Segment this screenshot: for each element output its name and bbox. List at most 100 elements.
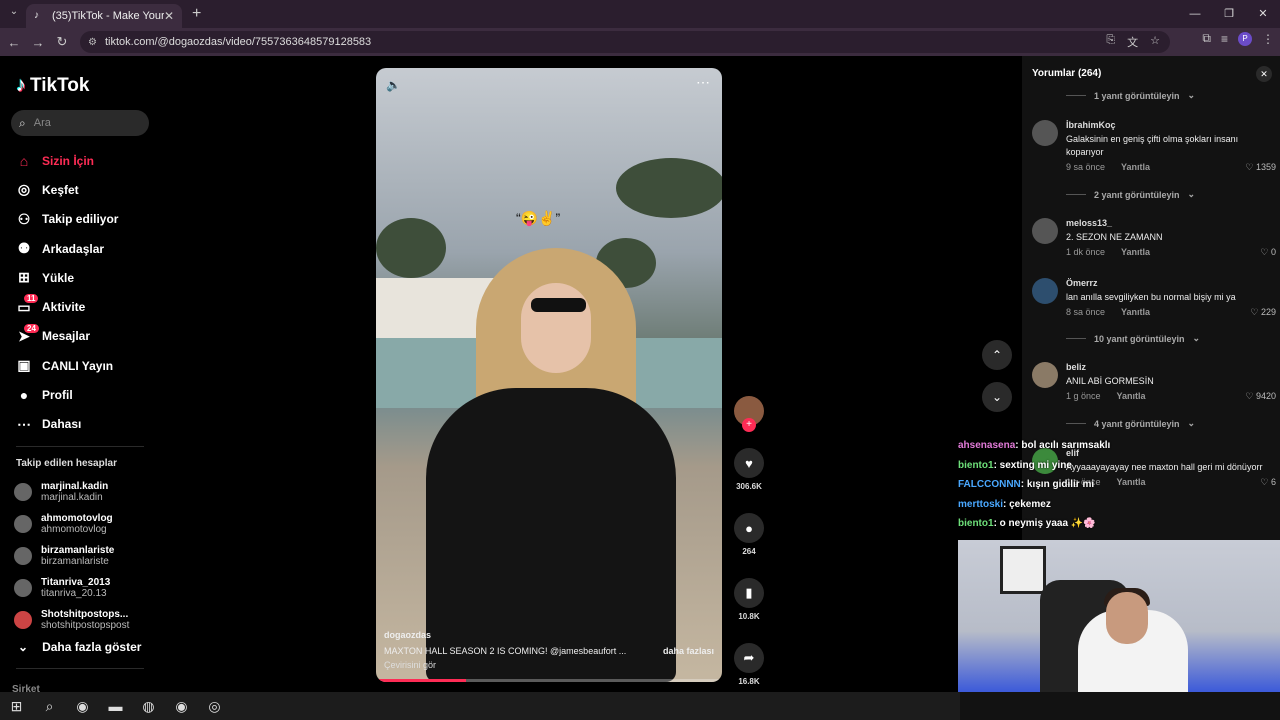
followed-account[interactable]: ahmomotovlog ahmomotovlog: [14, 508, 129, 540]
chat-user: biento1: [958, 459, 994, 471]
sidebar-item-profile[interactable]: ● Profil: [14, 380, 118, 409]
chrome-icon[interactable]: ◉: [66, 698, 99, 715]
followed-account[interactable]: Shotshitpostops... shotshitpostopspost: [14, 604, 129, 636]
follow-plus-icon[interactable]: +: [742, 418, 756, 432]
windows-start-icon[interactable]: ⊞: [0, 698, 33, 715]
followed-accounts-list: marjinal.kadin marjinal.kadin ahmomotovlo…: [14, 476, 129, 636]
comment-like-button[interactable]: ♡ 6: [1260, 477, 1276, 488]
sunglasses-shape: [531, 298, 586, 312]
sidebar-item-upload[interactable]: ⊞ Yükle: [14, 263, 118, 292]
avatar[interactable]: [1032, 278, 1058, 304]
reply-button[interactable]: Yanıtla: [1117, 391, 1146, 402]
menu-kebab-icon[interactable]: ⋮: [1262, 32, 1274, 46]
minimize-icon[interactable]: —: [1178, 0, 1212, 28]
followed-account[interactable]: birzamanlariste birzamanlariste: [14, 540, 129, 572]
close-comments-button[interactable]: ✕: [1256, 66, 1272, 82]
comment-like-button[interactable]: ♡ 0: [1260, 247, 1276, 258]
view-replies-button[interactable]: 10 yanıt görüntüleyin ⌄: [1066, 333, 1200, 344]
followed-account[interactable]: marjinal.kadin marjinal.kadin: [14, 476, 129, 508]
translate-icon[interactable]: 文: [1127, 34, 1138, 50]
tab-search-icon[interactable]: ⌄: [6, 6, 22, 22]
view-replies-button[interactable]: 4 yanıt görüntüleyin ⌄: [1066, 418, 1195, 429]
view-replies-button[interactable]: 2 yanıt görüntüleyin ⌄: [1066, 189, 1195, 200]
comment-user[interactable]: Ömerrz: [1066, 278, 1276, 288]
avatar: [14, 515, 32, 533]
url-bar[interactable]: ⚙ tiktok.com/@dogaozdas/video/7557363648…: [80, 31, 1170, 53]
sidebar-item-explore[interactable]: ◎ Keşfet: [14, 175, 118, 204]
author-avatar[interactable]: +: [734, 396, 764, 432]
comment-like-button[interactable]: ♡ 229: [1250, 307, 1276, 318]
more-icon: ⋯: [17, 415, 31, 432]
browser-tabbar: ⌄ ♪ (35)TikTok - Make Your Day ✕ + — ❐ ✕: [0, 0, 1280, 28]
video-description: MAXTON HALL SEASON 2 IS COMING! @jamesbe…: [384, 646, 627, 656]
account-name: Titanriva_2013: [41, 577, 111, 588]
avatar[interactable]: [1032, 218, 1058, 244]
share-button[interactable]: ➦: [734, 643, 764, 673]
comment-text: lan anılla sevgiliyken bu normal bişiy m…: [1066, 292, 1236, 302]
sidebar-item-activity[interactable]: ▭ 11 Aktivite: [14, 292, 118, 321]
profile-avatar[interactable]: P: [1238, 31, 1252, 46]
browser-tab[interactable]: ♪ (35)TikTok - Make Your Day ✕: [26, 4, 182, 28]
sidebar-item-label: Profil: [42, 388, 73, 403]
sidebar-item-for-you[interactable]: ⌂ Sizin İçin: [14, 146, 118, 175]
translate-link[interactable]: Çevirisini gör: [384, 660, 714, 670]
reply-button[interactable]: Yanıtla: [1121, 162, 1150, 173]
save-button[interactable]: ▮: [734, 578, 764, 608]
new-tab-button[interactable]: +: [192, 5, 201, 23]
profile-icon: ●: [19, 387, 29, 404]
sidebar-item-messages[interactable]: ➤ 24 Mesajlar: [14, 322, 118, 351]
show-more-button[interactable]: ⌄ Daha fazla göster: [18, 640, 141, 654]
volume-icon[interactable]: 🔈: [386, 78, 401, 92]
more-link[interactable]: daha fazlası: [663, 646, 714, 656]
video-author[interactable]: dogaozdas: [384, 630, 714, 640]
previous-video-button[interactable]: ⌃: [982, 340, 1012, 370]
sidebar-item-following[interactable]: ⚇ Takip ediliyor: [14, 205, 119, 234]
search-input[interactable]: ⌕ Ara: [11, 110, 149, 136]
close-window-icon[interactable]: ✕: [1246, 0, 1280, 28]
video-player[interactable]: “😜✌️” 🔈 ⋯ dogaozdas MAXTON HALL SEASON 2…: [376, 68, 722, 682]
reply-button[interactable]: Yanıtla: [1121, 307, 1150, 318]
comment-like-count: 1359: [1255, 162, 1276, 172]
install-icon[interactable]: ⎘: [1106, 34, 1115, 50]
view-replies-button[interactable]: 1 yanıt görüntüleyin ⌄: [1066, 90, 1195, 101]
restore-icon[interactable]: ❐: [1212, 0, 1246, 28]
discord-icon[interactable]: ◍: [132, 698, 165, 715]
comment-time: 1 dk önce: [1066, 247, 1106, 257]
tiktok-logo[interactable]: ♪ TikTok: [16, 74, 89, 97]
like-button[interactable]: ♥: [734, 448, 764, 478]
file-explorer-icon[interactable]: ▬: [99, 698, 132, 714]
reply-button[interactable]: Yanıtla: [1121, 247, 1150, 258]
comment-button[interactable]: ●: [734, 513, 764, 543]
avatar[interactable]: [1032, 362, 1058, 388]
sidebar-item-live[interactable]: ▣ CANLI Yayın: [14, 351, 118, 380]
reload-icon[interactable]: ↻: [50, 34, 74, 50]
sidebar-item-label: Yükle: [42, 270, 75, 285]
followed-account[interactable]: Titanriva_2013 titanriva_20.13: [14, 572, 129, 604]
comment-user[interactable]: meloss13_: [1066, 218, 1276, 228]
comment-like-button[interactable]: ♡ 9420: [1245, 391, 1276, 402]
bookmark-star-icon[interactable]: ☆: [1150, 34, 1160, 50]
site-info-icon[interactable]: ⚙: [88, 37, 97, 48]
back-icon[interactable]: ←: [2, 35, 26, 50]
close-tab-icon[interactable]: ✕: [164, 9, 174, 23]
account-handle: birzamanlariste: [41, 556, 109, 567]
comment-like-button[interactable]: ♡ 1359: [1245, 162, 1276, 173]
sidebar-item-more[interactable]: ⋯ Dahası: [14, 410, 118, 439]
chrome-active-icon[interactable]: ◉: [165, 698, 198, 715]
avatar: [14, 547, 32, 565]
search-icon[interactable]: ⌕: [33, 698, 66, 715]
more-options-icon[interactable]: ⋯: [696, 74, 710, 91]
chevron-down-icon: ⌄: [1192, 333, 1201, 343]
comment-user[interactable]: beliz: [1066, 362, 1276, 372]
avatar[interactable]: [1032, 120, 1058, 146]
next-video-button[interactable]: ⌄: [982, 382, 1012, 412]
comment-count: 264: [742, 547, 756, 556]
sidebar-item-friends[interactable]: ⚉ Arkadaşlar: [14, 234, 118, 263]
comment-user[interactable]: İbrahimKoç: [1066, 120, 1276, 130]
extensions-icon[interactable]: ⧉: [1202, 31, 1211, 46]
obs-icon[interactable]: ◎: [198, 698, 231, 715]
forward-icon[interactable]: →: [26, 35, 50, 50]
like-count: 306.6K: [736, 482, 762, 491]
home-icon: ⌂: [19, 152, 29, 169]
media-icon[interactable]: ≡: [1221, 32, 1228, 46]
